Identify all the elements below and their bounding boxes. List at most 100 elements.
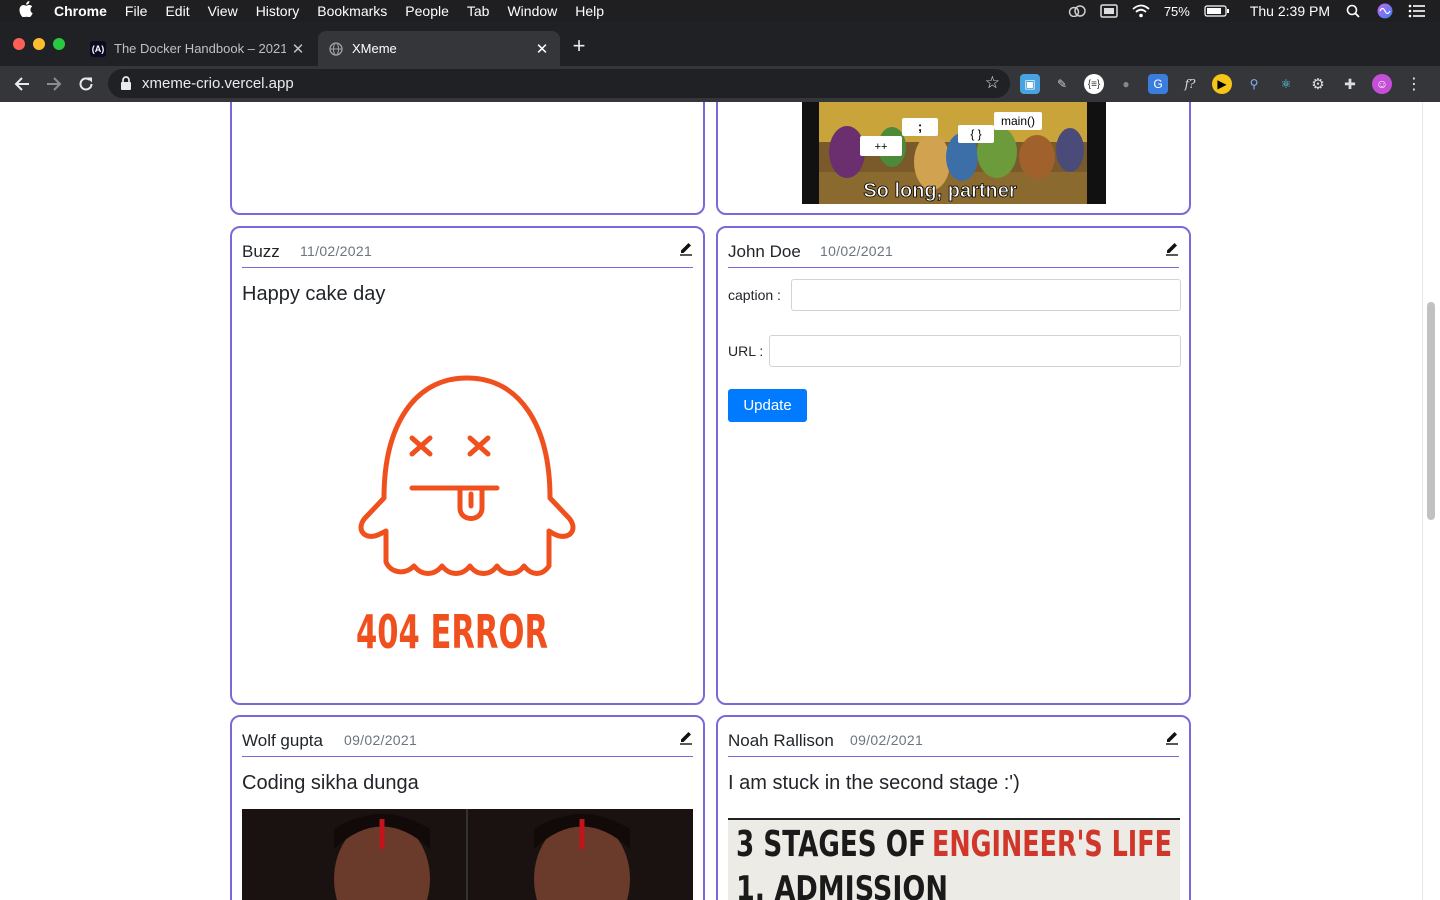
edit-pencil-icon[interactable] <box>679 729 693 745</box>
meme-label-braces: { } <box>970 127 981 141</box>
meme-card-noah-rallison: Noah Rallison 09/02/2021 I am stuck in t… <box>716 715 1191 900</box>
meme-author: John Doe <box>728 242 801 261</box>
browser-toolbar: xmeme-crio.vercel.app ☆ ▣ ✎ {≡} ● G f? ▶… <box>0 66 1440 102</box>
meme-label-main: main() <box>1001 114 1035 128</box>
meme-caption: Coding sikha dunga <box>242 772 419 794</box>
meme-label-semicolon: ; <box>918 119 922 134</box>
control-center-list-icon[interactable] <box>1408 4 1426 18</box>
profile-avatar[interactable]: ☺ <box>1372 74 1392 94</box>
meme-author: Wolf gupta <box>242 731 323 750</box>
menu-history[interactable]: History <box>256 3 300 19</box>
extension-search-user-icon[interactable]: ⚲ <box>1244 74 1264 94</box>
extension-formula-icon[interactable]: f? <box>1180 74 1200 94</box>
bookmark-star-icon[interactable]: ☆ <box>985 73 1000 93</box>
macos-menubar: Chrome File Edit View History Bookmarks … <box>0 0 1440 22</box>
extension-play-icon[interactable]: ▶ <box>1212 74 1232 94</box>
back-arrow-icon[interactable] <box>10 72 34 96</box>
wifi-icon[interactable] <box>1132 4 1150 18</box>
siri-icon[interactable] <box>1376 3 1394 19</box>
spotlight-search-icon[interactable] <box>1344 4 1362 18</box>
edit-pencil-icon[interactable] <box>1165 729 1179 745</box>
window-close-button[interactable] <box>13 38 25 50</box>
extension-pen-icon[interactable]: ✎ <box>1052 74 1072 94</box>
menu-view[interactable]: View <box>208 3 238 19</box>
meme-label-plusplus: ++ <box>875 141 888 153</box>
menu-file[interactable]: File <box>125 3 148 19</box>
reload-icon[interactable] <box>74 72 98 96</box>
menu-edit[interactable]: Edit <box>165 3 189 19</box>
freecodecamp-favicon-icon: (A) <box>90 40 106 57</box>
extensions-puzzle-icon[interactable]: ✚ <box>1340 74 1360 94</box>
tab-close-icon[interactable]: ✕ <box>530 40 554 58</box>
meme-image-coding-sikha <box>242 809 693 900</box>
meme-caption: I am stuck in the second stage :') <box>728 772 1020 794</box>
new-tab-plus-icon[interactable]: + <box>568 35 590 57</box>
display-icon[interactable] <box>1100 4 1118 18</box>
extension-cube-icon[interactable]: ▣ <box>1020 74 1040 94</box>
tab-xmeme[interactable]: XMeme ✕ <box>318 31 560 66</box>
menu-people[interactable]: People <box>405 3 449 19</box>
menu-help[interactable]: Help <box>575 3 604 19</box>
extension-translate-icon[interactable]: G <box>1148 74 1168 94</box>
tab-close-icon[interactable]: ✕ <box>286 40 310 58</box>
meme-image-404-ghost: 404 ERROR <box>342 366 592 659</box>
ghost-404-illustration: 404 ERROR <box>356 375 576 659</box>
menubar-clock[interactable]: Thu 2:39 PM <box>1250 3 1330 19</box>
stages-admission: 1. ADMISSION <box>736 869 948 900</box>
tab-title: XMeme <box>352 41 397 56</box>
extension-settings-gear-icon[interactable]: ⚙ <box>1308 74 1328 94</box>
update-button[interactable]: Update <box>728 389 807 422</box>
meme-card-previous-right: ++ ; { } main() So long, partner <box>716 102 1191 215</box>
meme-card-header: Wolf gupta 09/02/2021 <box>242 729 693 757</box>
meme-author: Noah Rallison <box>728 731 834 750</box>
url-input[interactable] <box>769 335 1181 367</box>
caption-field-label: caption : <box>728 287 781 303</box>
meme-image-engineer-stages: 3 STAGES OF ENGINEER'S LIFE 1. ADMISSION <box>728 818 1180 900</box>
lock-icon[interactable] <box>120 76 132 90</box>
apple-icon[interactable] <box>19 1 37 21</box>
forward-arrow-icon[interactable] <box>42 72 66 96</box>
menu-tab[interactable]: Tab <box>467 3 490 19</box>
meme-card-header: John Doe 10/02/2021 <box>728 240 1179 268</box>
page-viewport: ++ ; { } main() So long, partner Buzz 11… <box>0 102 1440 900</box>
window-zoom-button[interactable] <box>53 38 65 50</box>
meme-date: 09/02/2021 <box>850 732 924 748</box>
menu-bookmarks[interactable]: Bookmarks <box>317 3 387 19</box>
creative-cloud-icon[interactable] <box>1068 4 1086 18</box>
meme-date: 09/02/2021 <box>344 732 418 748</box>
address-bar[interactable]: xmeme-crio.vercel.app ☆ <box>108 69 1010 98</box>
stages-title-dark: 3 STAGES OF <box>736 824 926 865</box>
tab-title: The Docker Handbook – 2021 E <box>114 41 286 56</box>
meme-card-previous-left <box>230 102 705 215</box>
globe-favicon-icon <box>328 41 344 57</box>
meme-author: Buzz <box>242 242 280 261</box>
battery-percent: 75% <box>1163 3 1190 19</box>
edit-pencil-icon[interactable] <box>1165 240 1179 256</box>
battery-icon[interactable] <box>1204 4 1230 18</box>
meme-card-john-doe: John Doe 10/02/2021 caption : URL : Upda… <box>716 226 1191 705</box>
caption-input[interactable] <box>791 279 1181 311</box>
menu-app-chrome[interactable]: Chrome <box>54 3 107 19</box>
meme-image-toy-story: ++ ; { } main() So long, partner <box>802 102 1106 204</box>
meme-card-header: Buzz 11/02/2021 <box>242 240 693 268</box>
extension-bulb-icon[interactable]: ● <box>1116 74 1136 94</box>
menu-window[interactable]: Window <box>507 3 557 19</box>
scrollbar-thumb[interactable] <box>1427 302 1435 520</box>
page-scrollbar[interactable] <box>1422 102 1440 900</box>
browser-tab-strip: (A) The Docker Handbook – 2021 E ✕ XMeme… <box>0 22 1440 66</box>
menubar-status-area: 75% Thu 2:39 PM <box>1068 0 1426 22</box>
chrome-menu-icon[interactable]: ⋮ <box>1404 74 1424 94</box>
meme-card-header: Noah Rallison 09/02/2021 <box>728 729 1179 757</box>
error-404-text: 404 ERROR <box>356 605 548 656</box>
extension-json-icon[interactable]: {≡} <box>1084 74 1104 94</box>
meme-caption: Happy cake day <box>242 283 386 305</box>
react-devtools-icon[interactable]: ⚛ <box>1276 74 1296 94</box>
meme-date: 10/02/2021 <box>820 243 894 259</box>
meme-card-buzz: Buzz 11/02/2021 Happy cake day 404 ERROR <box>230 226 705 705</box>
tab-docker-handbook[interactable]: (A) The Docker Handbook – 2021 E ✕ <box>80 31 316 66</box>
window-minimize-button[interactable] <box>33 38 45 50</box>
address-url[interactable]: xmeme-crio.vercel.app <box>142 75 294 92</box>
stages-title-red: ENGINEER'S LIFE <box>932 824 1172 865</box>
edit-pencil-icon[interactable] <box>679 240 693 256</box>
meme-date: 11/02/2021 <box>300 243 373 259</box>
